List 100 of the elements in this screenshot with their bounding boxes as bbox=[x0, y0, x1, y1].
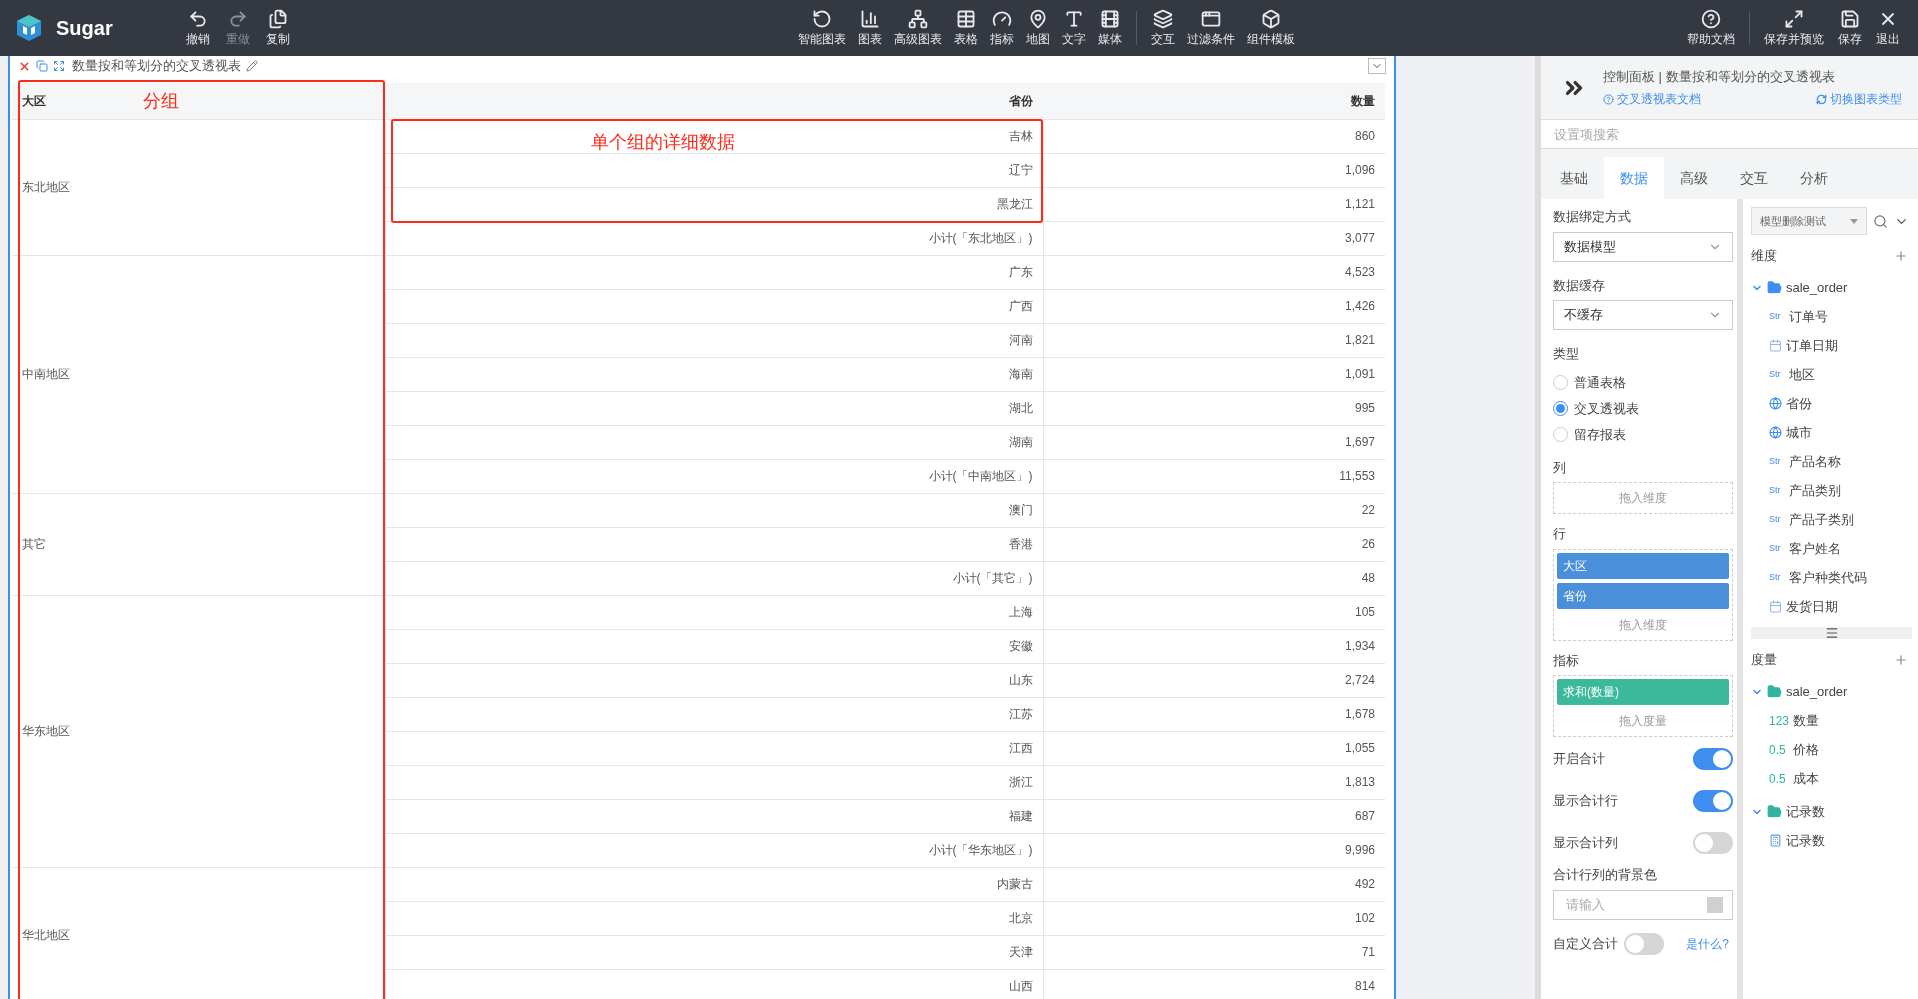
search-icon[interactable] bbox=[1873, 213, 1888, 229]
field-item[interactable]: Str 产品类别 bbox=[1751, 476, 1912, 505]
toggle-switch[interactable] bbox=[1693, 832, 1733, 854]
toolbar-button[interactable]: 指标 bbox=[984, 0, 1020, 56]
radio-option[interactable]: 普通表格 bbox=[1553, 369, 1733, 396]
select-field[interactable]: 不缓存 bbox=[1553, 300, 1733, 330]
table-cell: 105 bbox=[1043, 595, 1385, 629]
folder-row[interactable]: 记录数 bbox=[1751, 797, 1912, 826]
table-cell: 中南地区 bbox=[12, 255, 385, 493]
color-input[interactable]: 请输入 bbox=[1553, 889, 1733, 920]
toolbar-button[interactable]: 保存并预览 bbox=[1758, 0, 1830, 56]
field-item[interactable]: 省份 bbox=[1751, 389, 1912, 418]
table-cell: 华北地区 bbox=[12, 867, 385, 999]
copy-icon[interactable] bbox=[36, 60, 48, 72]
tab[interactable]: 分析 bbox=[1784, 157, 1844, 199]
globe-icon bbox=[1769, 397, 1782, 410]
table-cell: 黑龙江 bbox=[385, 187, 1043, 221]
toggle-switch[interactable] bbox=[1624, 932, 1664, 955]
layers-icon bbox=[1153, 9, 1173, 29]
toolbar-button[interactable]: 媒体 bbox=[1092, 0, 1128, 56]
column-header: 数量 bbox=[1043, 83, 1385, 119]
tab[interactable]: 交互 bbox=[1724, 157, 1784, 199]
toolbar-button[interactable]: 组件模板 bbox=[1241, 0, 1301, 56]
field-item[interactable]: 发货日期 bbox=[1751, 592, 1912, 621]
tab[interactable]: 高级 bbox=[1664, 157, 1724, 199]
annotation-label: 分组 bbox=[143, 90, 179, 113]
field-item[interactable]: Str 订单号 bbox=[1751, 302, 1912, 331]
caret-icon bbox=[1850, 218, 1858, 224]
dropdown-button[interactable] bbox=[1368, 58, 1386, 74]
undo-icon bbox=[188, 9, 208, 29]
toolbar-button[interactable]: 帮助文档 bbox=[1681, 0, 1741, 56]
field-item[interactable]: Str 地区 bbox=[1751, 360, 1912, 389]
toolbar-button[interactable]: 表格 bbox=[948, 0, 984, 56]
field-item[interactable]: 0.5 成本 bbox=[1751, 764, 1912, 793]
help-icon bbox=[1603, 93, 1614, 105]
add-icon[interactable] bbox=[1894, 249, 1908, 263]
table-cell: 492 bbox=[1043, 867, 1385, 901]
panel-title: 控制面板 | 数量按和等划分的交叉透视表 bbox=[1603, 67, 1836, 86]
field-item[interactable]: Str 产品名称 bbox=[1751, 447, 1912, 476]
pencil-icon[interactable] bbox=[246, 60, 258, 72]
type-label: Str bbox=[1769, 512, 1782, 526]
toolbar-button[interactable]: 保存 bbox=[1832, 0, 1868, 56]
expand-icon[interactable] bbox=[53, 60, 65, 72]
table-cell: 860 bbox=[1043, 119, 1385, 153]
radio-option[interactable]: 交叉透视表 bbox=[1553, 395, 1733, 422]
toolbar-button[interactable]: 文字 bbox=[1056, 0, 1092, 56]
folder-icon bbox=[1767, 280, 1782, 295]
table-cell: 山东 bbox=[385, 663, 1043, 697]
table-cell: 湖北 bbox=[385, 391, 1043, 425]
toggle-switch[interactable] bbox=[1693, 790, 1733, 812]
field-item[interactable]: Str 客户种类代码 bbox=[1751, 563, 1912, 592]
toolbar-button[interactable]: 退出 bbox=[1870, 0, 1906, 56]
type-label: Str bbox=[1769, 570, 1782, 584]
window-icon bbox=[1201, 9, 1221, 29]
table-cell: 湖南 bbox=[385, 425, 1043, 459]
toggle-switch[interactable] bbox=[1693, 748, 1733, 770]
radio-option[interactable]: 留存报表 bbox=[1553, 421, 1733, 448]
toolbar-button[interactable]: 撤销 bbox=[180, 0, 216, 56]
tab[interactable]: 基础 bbox=[1544, 157, 1604, 199]
toggle-label: 开启合计 bbox=[1553, 750, 1605, 769]
table-cell: 1,121 bbox=[1043, 187, 1385, 221]
table-cell: 浙江 bbox=[385, 765, 1043, 799]
color-swatch[interactable] bbox=[1707, 896, 1723, 913]
toolbar-button[interactable]: 复制 bbox=[260, 0, 296, 56]
table-cell: 天津 bbox=[385, 935, 1043, 969]
tab[interactable]: 数据 bbox=[1604, 157, 1664, 199]
select-field[interactable]: 数据模型 bbox=[1553, 231, 1733, 262]
model-select[interactable]: 模型删除测试 bbox=[1751, 207, 1867, 235]
close-icon[interactable] bbox=[18, 59, 31, 73]
type-label: 0.5 bbox=[1769, 741, 1787, 759]
table-icon bbox=[956, 9, 976, 29]
toolbar-button[interactable]: 地图 bbox=[1020, 0, 1056, 56]
field-item[interactable]: 城市 bbox=[1751, 418, 1912, 447]
table-cell: 江苏 bbox=[385, 697, 1043, 731]
toolbar-button[interactable]: 交互 bbox=[1145, 0, 1181, 56]
add-icon[interactable] bbox=[1894, 653, 1908, 667]
field-item[interactable]: 记录数 bbox=[1751, 826, 1912, 855]
field-item[interactable]: Str 客户姓名 bbox=[1751, 534, 1912, 563]
drop-hint: 拖入维度 bbox=[1618, 616, 1668, 634]
folder-row[interactable]: sale_order bbox=[1751, 677, 1912, 706]
toolbar-button[interactable]: 过滤条件 bbox=[1181, 0, 1241, 56]
toolbar-button[interactable]: 图表 bbox=[852, 0, 888, 56]
toolbar-button[interactable]: 高级图表 bbox=[888, 0, 948, 56]
table-cell: 4,523 bbox=[1043, 255, 1385, 289]
help-link[interactable]: 是什么? bbox=[1686, 934, 1729, 953]
table-cell: 澳门 bbox=[385, 493, 1043, 527]
field-item[interactable]: 123 数量 bbox=[1751, 706, 1912, 735]
field-item[interactable]: 订单日期 bbox=[1751, 331, 1912, 360]
type-label: 0.5 bbox=[1769, 770, 1787, 788]
table-cell: 辽宁 bbox=[385, 153, 1043, 187]
resize-handle[interactable] bbox=[1751, 627, 1912, 639]
folder-row[interactable]: sale_order bbox=[1751, 273, 1912, 302]
field-item[interactable]: Str 产品子类别 bbox=[1751, 505, 1912, 534]
refresh-icon bbox=[1816, 93, 1827, 105]
table-cell: 其它 bbox=[12, 493, 385, 595]
field-item[interactable]: 0.5 价格 bbox=[1751, 735, 1912, 764]
table-cell: 小计(「东北地区」) bbox=[385, 221, 1043, 255]
toolbar-button[interactable]: 智能图表 bbox=[792, 0, 852, 56]
folder-icon bbox=[1767, 684, 1782, 699]
table-cell: 小计(「华东地区」) bbox=[385, 833, 1043, 867]
